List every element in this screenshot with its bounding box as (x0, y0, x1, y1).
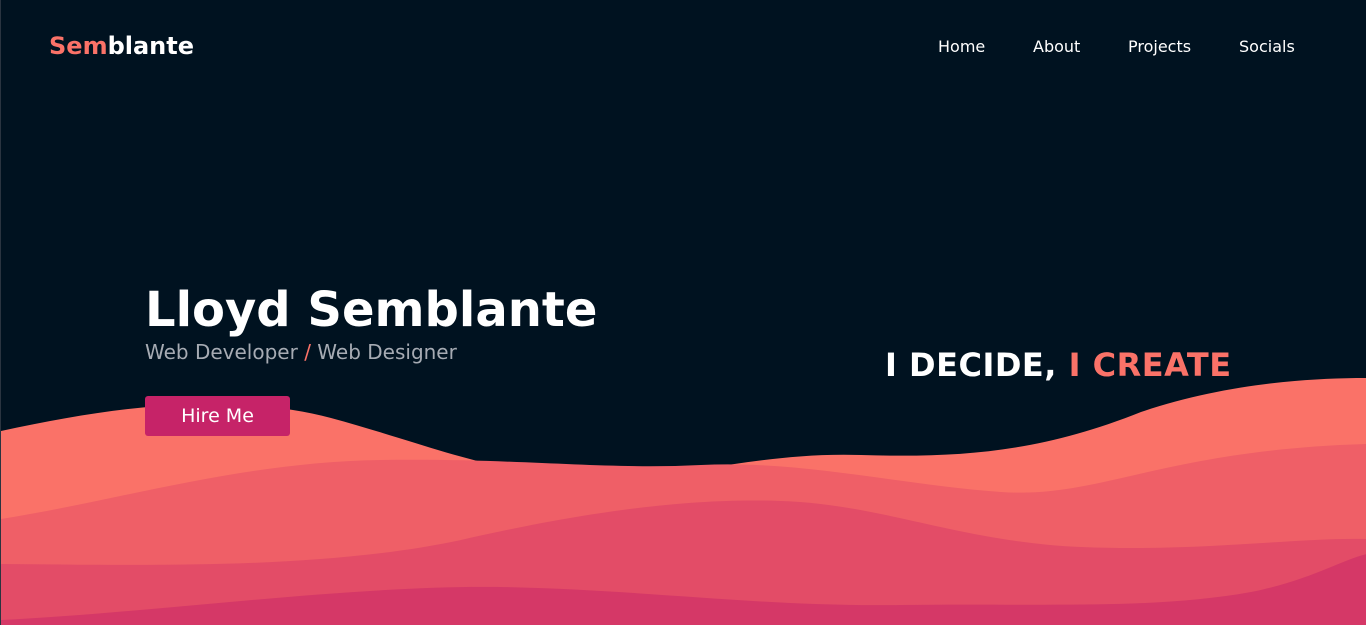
nav-link-about[interactable]: About (1033, 35, 1080, 59)
landing-page: Semblante Home About Projects Socials Ll… (0, 0, 1366, 625)
nav-link-home[interactable]: Home (938, 35, 985, 59)
hire-me-button[interactable]: Hire Me (145, 396, 290, 436)
tagline-part-2: I CREATE (1068, 346, 1232, 384)
role-secondary: Web Designer (317, 340, 457, 364)
hero-name-heading: Lloyd Semblante (145, 282, 598, 338)
top-navbar: Semblante Home About Projects Socials (1, 0, 1366, 94)
tagline-part-1: I DECIDE, (885, 346, 1057, 384)
main-nav: Home About Projects Socials (1, 35, 1366, 59)
nav-link-projects[interactable]: Projects (1128, 35, 1191, 59)
nav-link-socials[interactable]: Socials (1239, 35, 1295, 59)
role-primary: Web Developer (145, 340, 298, 364)
hero-role-subtitle: Web Developer / Web Designer (145, 338, 457, 366)
hero-tagline: I DECIDE, I CREATE (885, 345, 1232, 385)
role-separator: / (304, 340, 311, 364)
